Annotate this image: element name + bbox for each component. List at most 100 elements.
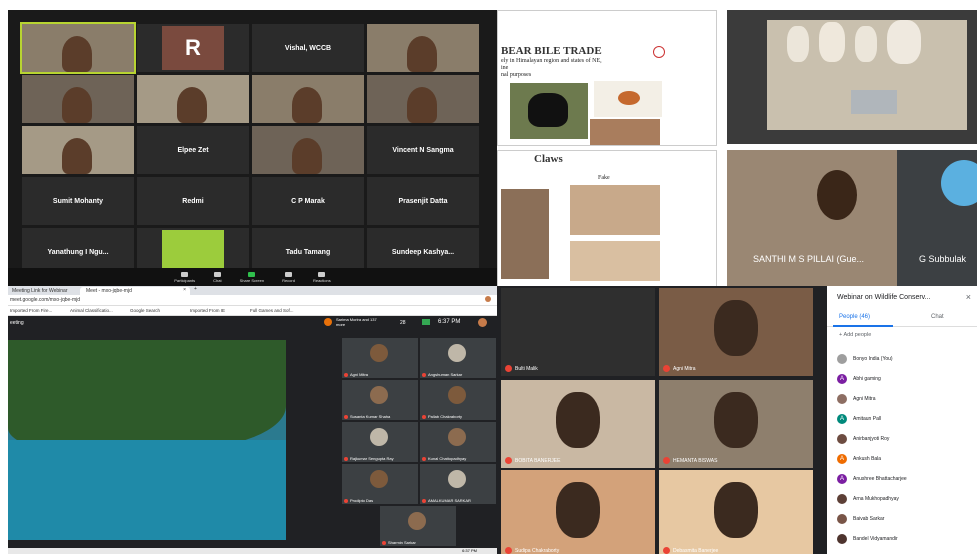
participant-tile[interactable]: Angshuman Sarkar: [420, 338, 496, 378]
participant-name: Susanta Kumar Shaha: [350, 414, 391, 419]
participant-figure: [407, 36, 437, 72]
record-button[interactable]: Record: [282, 271, 295, 283]
video-tile[interactable]: Prasenjit Datta: [367, 177, 479, 225]
record-icon: [285, 271, 293, 277]
bookmark-item[interactable]: Full Games and Sof...: [250, 308, 294, 313]
speaker-video: [727, 150, 897, 286]
participant-tile[interactable]: Agni Mitra: [342, 338, 418, 378]
participant-tile[interactable]: Sudipa Chakraborty: [501, 470, 655, 554]
profile-icon[interactable]: [485, 296, 491, 302]
chat-icon: [213, 271, 221, 277]
participant-figure: [714, 392, 758, 448]
participant-name: Agni Mitra: [673, 365, 696, 372]
list-item[interactable]: A Anushree Bhattacharjee: [837, 472, 907, 486]
avatar: [837, 354, 847, 364]
bookmark-item[interactable]: Imported From IE: [190, 308, 225, 313]
avatar: [370, 344, 388, 362]
participant-tile[interactable]: AMALKUMAR SARKAR: [420, 464, 496, 504]
participant-tile[interactable]: Kunal Chattopadhyay: [420, 422, 496, 462]
video-tile[interactable]: Redmi: [137, 177, 249, 225]
active-tab-indicator: [833, 325, 893, 327]
participant-name: Pallab Chakraborty: [428, 414, 463, 419]
mic-off-icon: [422, 498, 426, 503]
avatar: [837, 494, 847, 504]
video-tile[interactable]: [20, 22, 136, 74]
chat-icon[interactable]: [422, 319, 430, 325]
bookmark-item[interactable]: Animal Classificatio...: [70, 308, 113, 313]
participant-tile[interactable]: Agni Mitra: [659, 288, 813, 376]
list-item[interactable]: Agni Mitra: [837, 392, 876, 406]
participant-figure: [292, 138, 322, 174]
mic-off-icon: [422, 372, 426, 377]
list-item[interactable]: A Abhi gaming: [837, 372, 881, 386]
avatar: A: [837, 414, 847, 424]
video-tile[interactable]: [367, 24, 479, 72]
video-tile[interactable]: Elpee Zet: [137, 126, 249, 174]
person-name: Anushree Bhattacharjee: [853, 476, 907, 482]
video-tile[interactable]: Sumit Mohanty: [22, 177, 134, 225]
list-item[interactable]: Bandel Vidyamandir: [837, 532, 898, 546]
participant-name: Agni Mitra: [350, 372, 369, 377]
add-people-button[interactable]: + Add people: [839, 332, 871, 338]
list-item[interactable]: A Amitaun Pall: [837, 412, 881, 426]
video-tile[interactable]: [252, 75, 364, 123]
people-count[interactable]: 28: [400, 320, 406, 326]
address-bar[interactable]: meet.google.com/mxo-jqbe-mjd: [8, 295, 497, 306]
list-item[interactable]: Anirbanjyoti Roy: [837, 432, 889, 446]
participant-tile[interactable]: Prodipto Das: [342, 464, 418, 504]
tile-label: Agni Mitra: [344, 372, 368, 377]
video-tile[interactable]: [252, 126, 364, 174]
reactions-button[interactable]: Reactions: [313, 271, 331, 283]
participant-figure: [62, 87, 92, 123]
person-name: Bandel Vidyamandir: [853, 536, 898, 542]
bookmark-item[interactable]: Google Search: [130, 308, 160, 313]
video-tile[interactable]: C P Marak: [252, 177, 364, 225]
video-tile[interactable]: [22, 75, 134, 123]
participants-button[interactable]: Participants: [174, 271, 195, 283]
tab-meeting-link[interactable]: Meeting Link for Webinar: [10, 287, 76, 295]
mic-off-icon: [344, 498, 348, 503]
video-tile[interactable]: [137, 75, 249, 123]
person-name: Arna Mukhopadhyay: [853, 496, 899, 502]
share-screen-icon: [248, 271, 256, 277]
participant-name: Elpee Zet: [177, 146, 209, 154]
tab-strip: Meeting Link for Webinar Meet - mxo-jqbe…: [8, 286, 497, 295]
participant-tile[interactable]: Rajkumar Sengupta Ray: [342, 422, 418, 462]
tab-meet[interactable]: Meet - mxo-jqbe-mjd ×: [80, 287, 190, 295]
avatar: [370, 386, 388, 404]
video-tile[interactable]: Vishal, WCCB: [252, 24, 364, 72]
share-screen-button[interactable]: Share Screen: [240, 271, 264, 283]
video-tile[interactable]: [22, 126, 134, 174]
person-name: Anirbanjyoti Roy: [853, 436, 890, 442]
close-icon[interactable]: ×: [966, 292, 971, 302]
list-item[interactable]: A Ankush Bala: [837, 452, 881, 466]
participant-tile[interactable]: Susanta Kumar Shaha: [342, 380, 418, 420]
claw-photo: [501, 189, 549, 279]
participant-figure: [62, 138, 92, 174]
list-item[interactable]: Bonyo India (You): [837, 352, 893, 366]
participant-name: C P Marak: [291, 197, 325, 205]
new-tab-button[interactable]: +: [194, 286, 197, 292]
list-item[interactable]: Arna Mukhopadhyay: [837, 492, 899, 506]
list-item[interactable]: Baivab Sarkar: [837, 512, 884, 526]
video-tile[interactable]: [367, 75, 479, 123]
participant-name: Redmi: [182, 197, 204, 205]
slide-claws: Claws Fake: [497, 150, 717, 286]
tab-chat[interactable]: Chat: [931, 314, 944, 320]
chat-button[interactable]: Chat: [213, 271, 222, 283]
slide-text: ely in Himalayan region and states of NE…: [501, 58, 602, 64]
participant-tile[interactable]: BOBITA BANERJEE: [501, 380, 655, 468]
ivory-video-tile: [727, 10, 977, 144]
participant-tile[interactable]: Debasmita Banerjee: [659, 470, 813, 554]
participant-name: Vincent N Sangma: [392, 146, 454, 154]
participant-tile[interactable]: Sharmin Sarkar: [380, 506, 456, 546]
participant-tile[interactable]: Pallab Chakraborty: [420, 380, 496, 420]
video-tile[interactable]: R: [137, 24, 249, 72]
participant-name: Bulti Malik: [515, 365, 538, 372]
tab-people[interactable]: People (46): [839, 314, 870, 320]
bookmark-item[interactable]: Imported From Fire...: [10, 308, 52, 313]
close-icon[interactable]: ×: [183, 287, 186, 293]
video-tile[interactable]: Vincent N Sangma: [367, 126, 479, 174]
participant-tile[interactable]: Bulti Malik: [501, 288, 655, 376]
participant-tile[interactable]: HEMANTA BISWAS: [659, 380, 813, 468]
